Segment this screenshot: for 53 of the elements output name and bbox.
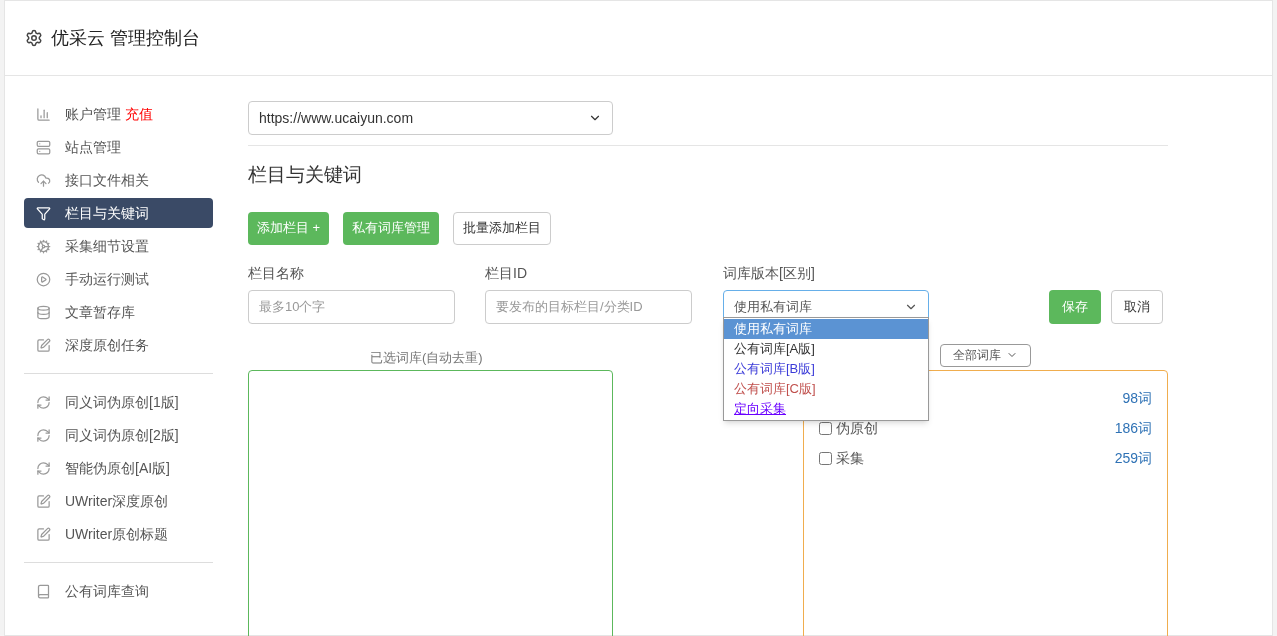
book-icon	[36, 583, 51, 599]
field-label: 栏目ID	[485, 263, 528, 283]
id-field[interactable]: 要发布的目标栏目/分类ID	[485, 289, 692, 324]
word-count: 98词	[1122, 389, 1152, 408]
dropdown-option[interactable]: 公有词库[B版]	[724, 358, 928, 379]
sidebar-item[interactable]: 手动运行测试	[24, 264, 213, 294]
sidebar-item[interactable]: 采集细节设置	[24, 231, 213, 261]
edit-icon	[36, 493, 51, 509]
library-name: 采集	[836, 449, 864, 468]
site-select[interactable]: https://www.ucaiyun.com	[248, 101, 613, 135]
dropdown-option[interactable]: 定向采集	[724, 398, 928, 419]
refresh-icon	[36, 460, 51, 476]
word-count: 186词	[1114, 419, 1152, 438]
field-label: 栏目名称	[248, 263, 305, 283]
field-label: 词库版本[区别]	[723, 263, 816, 283]
chart-icon	[36, 106, 51, 122]
database-icon	[36, 304, 51, 320]
sidebar-item[interactable]: 接口文件相关	[24, 165, 213, 195]
library-filter-select[interactable]: 全部词库	[940, 343, 1031, 367]
refresh-icon	[36, 427, 51, 443]
settings-icon	[25, 29, 43, 47]
sidebar-item[interactable]: 账户管理 充值	[24, 99, 213, 129]
section-title: 栏目与关键词	[248, 163, 363, 187]
refresh-icon	[36, 394, 51, 410]
library-name: 伪原创	[836, 419, 878, 438]
play-icon	[36, 271, 51, 287]
cancel-button[interactable]: 取消	[1111, 289, 1163, 324]
sidebar-item[interactable]: 深度原创任务	[24, 330, 213, 360]
action-button[interactable]: 批量添加栏目	[453, 211, 552, 245]
sidebar-item[interactable]: UWriter深度原创	[24, 486, 213, 516]
sidebar-item[interactable]: UWriter原创标题	[24, 519, 213, 549]
dropdown-option[interactable]: 公有词库[C版]	[724, 378, 928, 399]
cloud-upload-icon	[36, 172, 51, 188]
selected-library-label: 已选词库(自动去重)	[370, 348, 484, 367]
app-title: 优采云 管理控制台	[51, 26, 200, 50]
sidebar-item[interactable]: 智能伪原创[AI版]	[24, 453, 213, 483]
library-checkbox[interactable]	[819, 422, 832, 435]
edit-icon	[36, 526, 51, 542]
word-count: 259词	[1114, 449, 1152, 468]
edit-icon	[36, 337, 51, 353]
sidebar-item[interactable]: 文章暂存库	[24, 297, 213, 327]
sidebar-item[interactable]: 同义词伪原创[1版]	[24, 387, 213, 417]
sidebar-item[interactable]: 同义词伪原创[2版]	[24, 420, 213, 450]
dropdown-option[interactable]: 公有词库[A版]	[724, 338, 928, 359]
sidebar-item[interactable]: 公有词库查询	[24, 576, 213, 606]
gears-icon	[36, 238, 51, 254]
name-field[interactable]: 最多10个字	[248, 289, 455, 324]
library-checkbox[interactable]	[819, 452, 832, 465]
sidebar-item[interactable]: 站点管理	[24, 132, 213, 162]
server-icon	[36, 139, 51, 155]
sidebar-item[interactable]: 栏目与关键词	[24, 198, 213, 228]
filter-icon	[36, 205, 51, 221]
recharge-link[interactable]: 充值	[125, 103, 153, 125]
